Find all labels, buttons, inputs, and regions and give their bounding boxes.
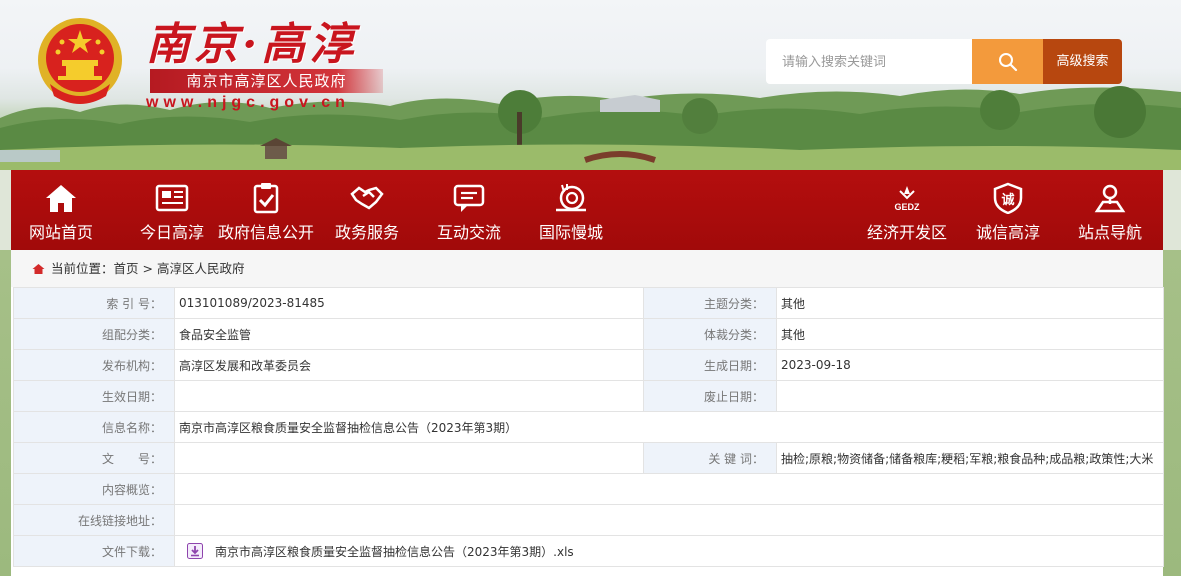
- download-label: 文件下载：: [13, 535, 175, 567]
- site-subtitle: 南京市高淳区人民政府: [150, 69, 383, 93]
- checklist-icon: [253, 183, 279, 214]
- home-icon: [46, 185, 76, 212]
- search-icon: [998, 52, 1017, 71]
- summary-value: [174, 473, 1164, 505]
- created-date-value: 2023-09-18: [776, 349, 1164, 381]
- nav-interaction[interactable]: 互动交流: [421, 170, 517, 250]
- online-link-value: [174, 504, 1164, 536]
- category-label: 组配分类：: [13, 318, 175, 350]
- index-no-value: 013101089/2023-81485: [174, 287, 644, 319]
- nav-services[interactable]: 政务服务: [319, 170, 415, 250]
- nav-label: 互动交流: [436, 223, 501, 242]
- download-icon[interactable]: [187, 543, 203, 559]
- chat-icon: [453, 184, 485, 212]
- site-title: 南京·高淳: [146, 19, 358, 70]
- header-banner: 南京·高淳 南京市高淳区人民政府 www.njgc.gov.cn 高级搜索: [0, 0, 1181, 170]
- svg-text:GEDZ: GEDZ: [894, 202, 920, 212]
- doc-no-value: [174, 442, 644, 474]
- nav-slow-city[interactable]: 国际慢城: [523, 170, 619, 250]
- effective-date-value: [174, 380, 644, 412]
- background-strip-right: [1163, 250, 1181, 576]
- nav-label: 政务服务: [334, 223, 399, 242]
- snail-icon: [556, 184, 586, 212]
- search-button[interactable]: [972, 39, 1043, 84]
- online-link-label: 在线链接地址：: [13, 504, 175, 536]
- breadcrumb-current-link[interactable]: 高淳区人民政府: [157, 261, 245, 276]
- download-cell: 南京市高淳区粮食质量安全监督抽检信息公告（2023年第3期）.xls: [174, 535, 1164, 567]
- table-row: 索 引 号： 013101089/2023-81485 主题分类： 其他: [13, 287, 1164, 319]
- keywords-value: 抽检;原粮;物资储备;储备粮库;粳稻;军粮;粮食品种;成品粮;政策性;大米: [776, 442, 1164, 474]
- info-name-value: 南京市高淳区粮食质量安全监督抽检信息公告（2023年第3期）: [174, 411, 1164, 443]
- national-emblem-icon: [38, 18, 122, 104]
- svg-text:诚: 诚: [1001, 192, 1014, 208]
- publisher-label: 发布机构：: [13, 349, 175, 381]
- table-row: 发布机构： 高淳区发展和改革委员会 生成日期： 2023-09-18: [13, 349, 1164, 381]
- site-url: www.njgc.gov.cn: [146, 94, 350, 111]
- breadcrumb-home-link[interactable]: 首页: [114, 261, 139, 276]
- table-row: 组配分类： 食品安全监管 体裁分类： 其他: [13, 318, 1164, 350]
- nav-label: 诚信高淳: [975, 223, 1040, 242]
- nav-today-gaochun[interactable]: 今日高淳: [119, 170, 225, 250]
- breadcrumb-text: 当前位置：首页 > 高淳区人民政府: [51, 250, 244, 287]
- nav-econ-zone[interactable]: GEDZ 经济开发区: [859, 170, 955, 250]
- nav-site-navigation[interactable]: 站点导航: [1063, 170, 1157, 250]
- main-content: 当前位置：首页 > 高淳区人民政府 索 引 号： 013101089/2023-…: [11, 250, 1164, 576]
- gedz-logo-icon: GEDZ: [894, 186, 920, 212]
- nav-label: 网站首页: [28, 223, 93, 242]
- category-value: 食品安全监管: [174, 318, 644, 350]
- download-file-link[interactable]: 南京市高淳区粮食质量安全监督抽检信息公告（2023年第3期）.xls: [215, 545, 574, 559]
- breadcrumb-prefix: 当前位置：: [51, 261, 114, 276]
- table-row: 文件下载： 南京市高淳区粮食质量安全监督抽检信息公告（2023年第3期）.xls: [13, 535, 1164, 567]
- publisher-value: 高淳区发展和改革委员会: [174, 349, 644, 381]
- newspaper-icon: [155, 184, 189, 212]
- home-icon: [32, 264, 45, 274]
- nav-label: 经济开发区: [866, 223, 947, 242]
- doc-no-label: 文 号：: [13, 442, 175, 474]
- nav-label: 政府信息公开: [217, 223, 314, 242]
- table-row: 文 号： 关 键 词： 抽检;原粮;物资储备;储备粮库;粳稻;军粮;粮食品种;成…: [13, 442, 1164, 474]
- info-name-label: 信息名称：: [13, 411, 175, 443]
- integrity-shield-icon: 诚: [993, 182, 1023, 214]
- topic-label: 主题分类：: [643, 287, 777, 319]
- index-no-label: 索 引 号：: [13, 287, 175, 319]
- breadcrumb-separator: >: [138, 261, 157, 276]
- abolished-date-label: 废止日期：: [643, 380, 777, 412]
- document-metadata-table: 索 引 号： 013101089/2023-81485 主题分类： 其他 组配分…: [13, 287, 1164, 567]
- nav-label: 今日高淳: [139, 223, 204, 242]
- effective-date-label: 生效日期：: [13, 380, 175, 412]
- keywords-label: 关 键 词：: [643, 442, 777, 474]
- breadcrumb: 当前位置：首页 > 高淳区人民政府: [11, 250, 1163, 287]
- search-input[interactable]: [766, 39, 973, 84]
- table-row: 生效日期： 废止日期：: [13, 380, 1164, 412]
- genre-value: 其他: [776, 318, 1164, 350]
- nav-label: 国际慢城: [538, 223, 603, 242]
- summary-label: 内容概览：: [13, 473, 175, 505]
- handshake-icon: [350, 186, 384, 210]
- topic-value: 其他: [776, 287, 1164, 319]
- table-row: 在线链接地址：: [13, 504, 1164, 536]
- nav-gov-info[interactable]: 政府信息公开: [216, 170, 316, 250]
- main-nav: 网站首页 今日高淳 政府信息公开 政务服务 互动交流 国际慢城 GEDZ 经济开…: [11, 170, 1163, 250]
- nav-integrity[interactable]: 诚 诚信高淳: [963, 170, 1053, 250]
- advanced-search-button[interactable]: 高级搜索: [1043, 39, 1122, 84]
- table-row: 内容概览：: [13, 473, 1164, 505]
- location-person-icon: [1094, 184, 1126, 213]
- background-strip-left: [0, 250, 11, 576]
- table-row: 信息名称： 南京市高淳区粮食质量安全监督抽检信息公告（2023年第3期）: [13, 411, 1164, 443]
- abolished-date-value: [776, 380, 1164, 412]
- nav-home[interactable]: 网站首页: [11, 170, 111, 250]
- created-date-label: 生成日期：: [643, 349, 777, 381]
- nav-label: 站点导航: [1077, 223, 1142, 242]
- genre-label: 体裁分类：: [643, 318, 777, 350]
